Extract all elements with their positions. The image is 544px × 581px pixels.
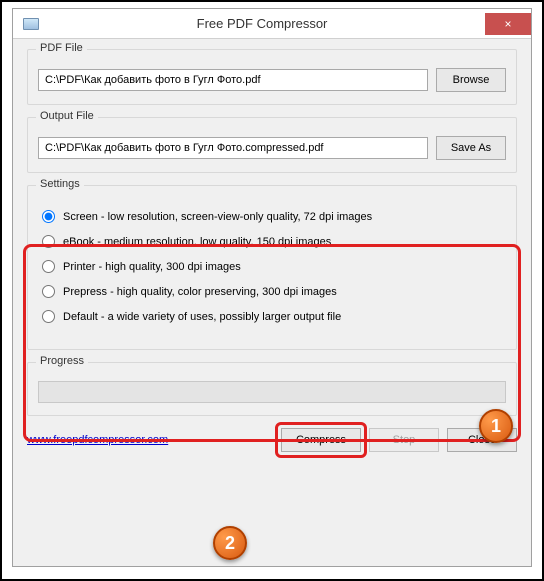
radio-default-label: Default - a wide variety of uses, possib… <box>63 311 341 323</box>
close-button[interactable]: × <box>485 13 531 35</box>
titlebar: Free PDF Compressor × <box>13 9 531 39</box>
radio-printer[interactable]: Printer - high quality, 300 dpi images <box>38 254 506 279</box>
saveas-button[interactable]: Save As <box>436 136 506 160</box>
app-icon <box>23 18 39 30</box>
radio-default-input[interactable] <box>42 310 55 323</box>
footer-row: www.freepdfcompressor.com Compress Stop … <box>27 428 517 452</box>
progress-label: Progress <box>36 355 88 367</box>
annotation-badge-1: 1 <box>479 409 513 443</box>
browse-button[interactable]: Browse <box>436 68 506 92</box>
app-window: Free PDF Compressor × PDF File Browse Ou… <box>12 8 532 567</box>
pdf-file-group: PDF File Browse <box>27 49 517 105</box>
output-file-input[interactable] <box>38 137 428 159</box>
output-file-label: Output File <box>36 110 98 122</box>
window-title: Free PDF Compressor <box>39 16 485 31</box>
radio-screen-label: Screen - low resolution, screen-view-onl… <box>63 211 372 223</box>
pdf-file-label: PDF File <box>36 42 87 54</box>
output-file-group: Output File Save As <box>27 117 517 173</box>
radio-ebook-input[interactable] <box>42 235 55 248</box>
pdf-file-input[interactable] <box>38 69 428 91</box>
radio-ebook-label: eBook - medium resolution, low quality, … <box>63 236 331 248</box>
radio-default[interactable]: Default - a wide variety of uses, possib… <box>38 304 506 329</box>
radio-prepress-label: Prepress - high quality, color preservin… <box>63 286 337 298</box>
progress-group: Progress <box>27 362 517 416</box>
compress-button[interactable]: Compress <box>281 428 361 452</box>
close-icon: × <box>504 17 511 31</box>
radio-screen[interactable]: Screen - low resolution, screen-view-onl… <box>38 204 506 229</box>
radio-prepress[interactable]: Prepress - high quality, color preservin… <box>38 279 506 304</box>
stop-button: Stop <box>369 428 439 452</box>
settings-group: Settings Screen - low resolution, screen… <box>27 185 517 350</box>
annotation-badge-2: 2 <box>213 526 247 560</box>
radio-prepress-input[interactable] <box>42 285 55 298</box>
radio-screen-input[interactable] <box>42 210 55 223</box>
progress-bar <box>38 381 506 403</box>
radio-printer-input[interactable] <box>42 260 55 273</box>
radio-ebook[interactable]: eBook - medium resolution, low quality, … <box>38 229 506 254</box>
settings-label: Settings <box>36 178 84 190</box>
website-link[interactable]: www.freepdfcompressor.com <box>27 434 168 446</box>
radio-printer-label: Printer - high quality, 300 dpi images <box>63 261 241 273</box>
content-area: PDF File Browse Output File Save As Sett… <box>13 39 531 566</box>
